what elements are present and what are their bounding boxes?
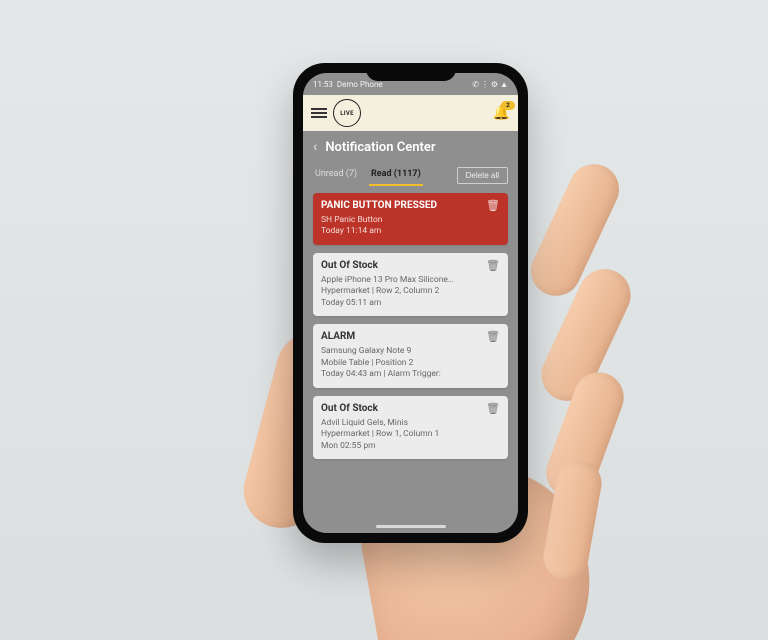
app-bar: LIVE 🔔 2 [303, 95, 518, 131]
notification-card-panic[interactable]: 🗑 PANIC BUTTON PRESSED SH Panic Button T… [313, 193, 508, 245]
trash-icon[interactable]: 🗑 [486, 402, 500, 415]
trash-icon[interactable]: 🗑 [486, 199, 500, 212]
status-icons: ✆ ⋮ ⚙ ▲ [472, 80, 508, 89]
card-line: Mobile Table | Position 2 [321, 358, 500, 369]
page-title: Notification Center [325, 140, 435, 155]
card-line: Hypermarket | Row 1, Column 1 [321, 429, 500, 440]
phone-screen: 11:53 Demo Phone ✆ ⋮ ⚙ ▲ LIVE 🔔 2 ‹ Noti… [303, 73, 518, 533]
card-time: Today 04:43 am | Alarm Trigger: [321, 369, 500, 380]
card-title: PANIC BUTTON PRESSED [321, 200, 500, 211]
card-line: Samsung Galaxy Note 9 [321, 346, 500, 357]
card-time: Today 11:14 am [321, 226, 500, 237]
card-time: Mon 02:55 pm [321, 441, 500, 452]
phone-notch [366, 63, 456, 81]
tab-unread[interactable]: Unread (7) [313, 165, 359, 185]
notification-list[interactable]: 🗑 PANIC BUTTON PRESSED SH Panic Button T… [303, 185, 518, 519]
home-indicator [303, 519, 518, 533]
notification-card-out-of-stock-2[interactable]: 🗑 Out Of Stock Advil Liquid Gels, Minis … [313, 396, 508, 459]
notification-card-alarm[interactable]: 🗑 ALARM Samsung Galaxy Note 9 Mobile Tab… [313, 324, 508, 387]
notification-badge: 2 [501, 101, 515, 110]
hamburger-icon[interactable] [311, 108, 327, 118]
card-title: Out Of Stock [321, 260, 500, 271]
status-time: 11:53 [313, 80, 333, 89]
card-title: Out Of Stock [321, 403, 500, 414]
tab-read[interactable]: Read (1117) [369, 165, 423, 185]
notification-bell-icon[interactable]: 🔔 2 [493, 105, 510, 121]
trash-icon[interactable]: 🗑 [486, 330, 500, 343]
notification-card-out-of-stock[interactable]: 🗑 Out Of Stock Apple iPhone 13 Pro Max S… [313, 253, 508, 316]
delete-all-button[interactable]: Delete all [457, 167, 508, 184]
card-line: SH Panic Button [321, 215, 500, 226]
back-icon[interactable]: ‹ [313, 139, 317, 155]
card-title: ALARM [321, 331, 500, 342]
phone-frame: 11:53 Demo Phone ✆ ⋮ ⚙ ▲ LIVE 🔔 2 ‹ Noti… [293, 63, 528, 543]
card-line: Apple iPhone 13 Pro Max Silicone… [321, 275, 500, 286]
page-header: ‹ Notification Center Unread (7) Read (1… [303, 131, 518, 185]
app-logo: LIVE [333, 99, 361, 127]
card-line: Advil Liquid Gels, Minis [321, 418, 500, 429]
card-line: Hypermarket | Row 2, Column 2 [321, 286, 500, 297]
card-time: Today 05:11 am [321, 298, 500, 309]
trash-icon[interactable]: 🗑 [486, 259, 500, 272]
